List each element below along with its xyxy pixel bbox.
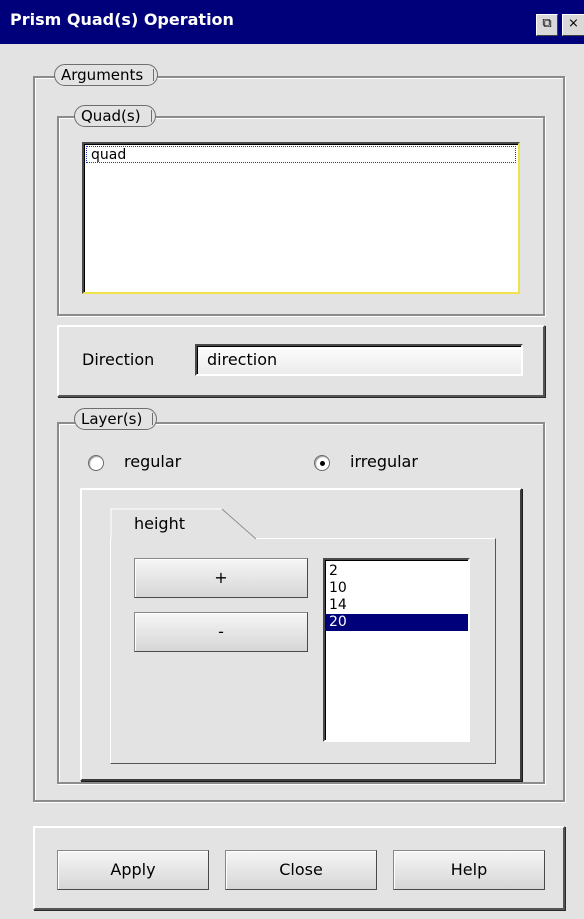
list-item[interactable]: 10	[325, 580, 468, 597]
window-title: Prism Quad(s) Operation	[10, 10, 234, 29]
arguments-label: Arguments	[54, 64, 159, 86]
layers-label: Layer(s)	[74, 408, 158, 430]
irregular-radio[interactable]	[314, 455, 330, 471]
remove-button[interactable]: -	[134, 612, 308, 652]
window-titlebar[interactable]: Prism Quad(s) Operation ⧉ ⨯	[0, 0, 584, 44]
direction-field[interactable]: direction	[195, 344, 523, 376]
list-item-selected[interactable]: 20	[325, 614, 468, 631]
help-button[interactable]: Help	[393, 850, 545, 890]
list-item[interactable]: 2	[325, 563, 468, 580]
list-item[interactable]: 14	[325, 597, 468, 614]
close-icon[interactable]: ⨯	[562, 14, 584, 36]
irregular-radio-label: irregular	[350, 452, 418, 471]
add-button[interactable]: +	[134, 558, 308, 598]
radio-selected-dot	[320, 461, 325, 466]
height-values-listbox[interactable]: 2 10 14 20	[323, 558, 470, 742]
tab-height-label: height	[134, 514, 185, 533]
regular-radio-label: regular	[124, 452, 182, 471]
quads-label: Quad(s)	[74, 105, 156, 127]
direction-label: Direction	[82, 350, 155, 369]
list-item[interactable]: quad	[86, 146, 516, 163]
restore-icon[interactable]: ⧉	[536, 14, 558, 36]
apply-button[interactable]: Apply	[57, 850, 209, 890]
direction-value: direction	[207, 350, 278, 369]
quads-listbox[interactable]: quad	[82, 142, 520, 294]
close-button[interactable]: Close	[225, 850, 377, 890]
regular-radio[interactable]	[88, 455, 104, 471]
